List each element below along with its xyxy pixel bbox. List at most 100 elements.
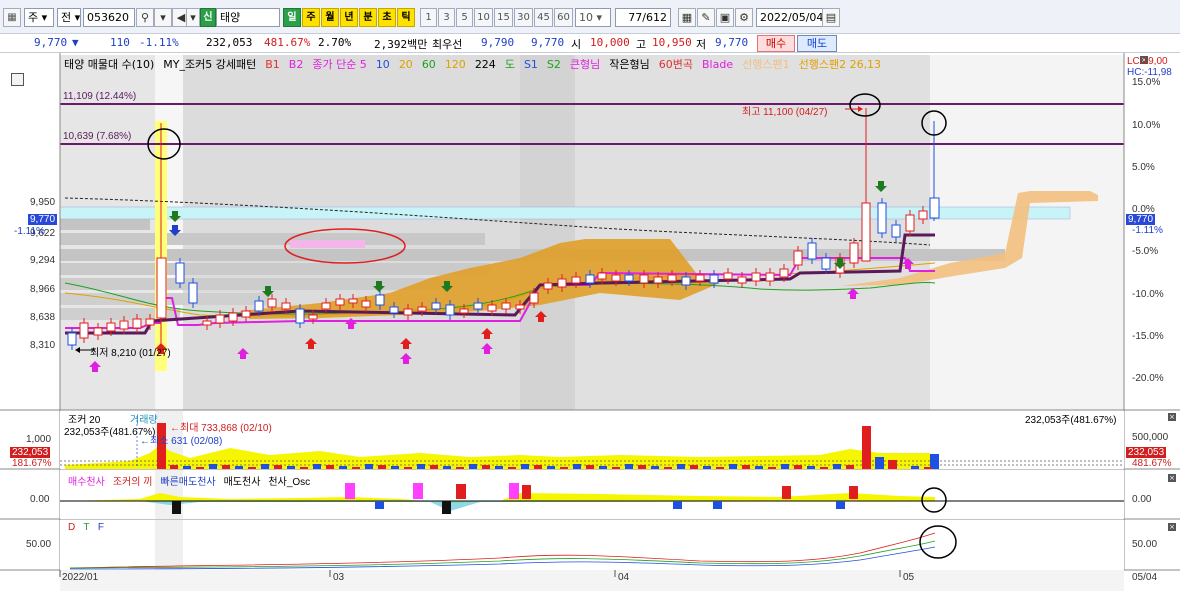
osc-legend-item[interactable]: 매도천사 bbox=[224, 477, 261, 488]
table-icon[interactable] bbox=[11, 73, 24, 86]
candle bbox=[905, 214, 915, 232]
volume-bar bbox=[781, 464, 789, 469]
osc-bar bbox=[442, 501, 451, 514]
interval-button-60[interactable]: 60 bbox=[554, 8, 573, 27]
legend-item[interactable]: S1 bbox=[524, 58, 538, 71]
legend-item[interactable]: 작은형님 bbox=[609, 58, 649, 71]
date-input[interactable]: 2022/05/04 bbox=[756, 8, 824, 27]
chevron-down-icon[interactable]: ▾ bbox=[186, 8, 200, 27]
legend-item[interactable]: B2 bbox=[289, 58, 304, 71]
period-button-minute[interactable]: 분 bbox=[359, 8, 377, 27]
buy-button[interactable]: 매수 bbox=[757, 35, 795, 52]
interval-button-10[interactable]: 10 bbox=[474, 8, 493, 27]
volume-bar bbox=[170, 465, 178, 469]
period-button-tick[interactable]: 틱 bbox=[397, 8, 415, 27]
period-select[interactable]: 주 ▾ bbox=[24, 8, 54, 27]
interval-button-30[interactable]: 30 bbox=[514, 8, 533, 27]
scope-select[interactable]: 전 ▾ bbox=[57, 8, 81, 27]
save-icon[interactable]: ▣ bbox=[716, 8, 734, 27]
period-button-year[interactable]: 년 bbox=[340, 8, 358, 27]
interval-button-45[interactable]: 45 bbox=[534, 8, 553, 27]
stock-name-input[interactable]: 태양 bbox=[216, 8, 280, 27]
grid-icon[interactable]: ▦ bbox=[3, 8, 21, 27]
interval-button-3[interactable]: 3 bbox=[438, 8, 455, 27]
volume-bar bbox=[716, 467, 724, 469]
legend-item[interactable]: 20 bbox=[399, 58, 413, 71]
legend-item[interactable]: 60 bbox=[422, 58, 436, 71]
left-tick: 9,294 bbox=[30, 255, 56, 266]
legend-item[interactable]: S2 bbox=[547, 58, 561, 71]
period-button-day[interactable]: 일 bbox=[283, 8, 301, 27]
right-tick: -10.0% bbox=[1132, 289, 1164, 300]
osc-legend-item[interactable]: 조커의 끼 bbox=[113, 477, 153, 488]
period-button-month[interactable]: 월 bbox=[321, 8, 339, 27]
draw-tool-icon[interactable]: ✎ bbox=[697, 8, 715, 27]
stock-code-input[interactable]: 053620 bbox=[83, 8, 135, 27]
interval-input[interactable]: 10 ▾ bbox=[575, 8, 611, 27]
legend-item[interactable]: 선행스팬1 bbox=[742, 58, 789, 71]
osc-legend-item[interactable]: 매수천사 bbox=[68, 477, 105, 488]
dropdown-icon[interactable]: ▾ bbox=[154, 8, 172, 27]
legend-item[interactable]: 224 bbox=[475, 58, 496, 71]
osc-bar bbox=[509, 483, 519, 499]
indicator-legend: 태양 매물대 수(10) MY_조커5 강세패턴 B1 B2 종가 단순 5 10 20 60… bbox=[64, 56, 890, 72]
candle bbox=[473, 302, 483, 310]
x-label: 04 bbox=[618, 572, 630, 583]
left-pct-label: -1.11% bbox=[14, 226, 45, 237]
period-shade bbox=[930, 55, 1124, 410]
legend-item[interactable]: 10 bbox=[376, 58, 390, 71]
candle bbox=[308, 314, 318, 320]
candle bbox=[175, 262, 185, 284]
close-icon[interactable]: × bbox=[1168, 413, 1176, 421]
legend-item[interactable]: MY_조커5 강세패턴 bbox=[163, 58, 256, 71]
legend-item[interactable]: 120 bbox=[445, 58, 466, 71]
volume-bar bbox=[495, 466, 503, 469]
osc-legend: 매수천사 조커의 끼 빠른매도천사 매도천사 천사_Osc bbox=[68, 473, 318, 488]
toolbar-grid-icon[interactable]: ▦ bbox=[678, 8, 696, 27]
volume-profile-bar bbox=[60, 263, 490, 275]
volume-bar bbox=[729, 464, 737, 469]
osc-legend-item[interactable]: 천사_Osc bbox=[268, 477, 310, 488]
left-tick: 9,950 bbox=[30, 197, 56, 208]
interval-button-5[interactable]: 5 bbox=[456, 8, 473, 27]
candle bbox=[667, 274, 677, 282]
legend-item[interactable]: B1 bbox=[265, 58, 280, 71]
close-icon[interactable]: × bbox=[1168, 474, 1176, 482]
chart-canvas[interactable] bbox=[0, 53, 1180, 591]
legend-item[interactable]: 선행스팬2 26,13 bbox=[799, 58, 881, 71]
sell-button[interactable]: 매도 bbox=[797, 35, 837, 52]
candle bbox=[215, 314, 225, 324]
volume-bar bbox=[222, 465, 230, 469]
volume-bar bbox=[326, 465, 334, 469]
volume-bar bbox=[209, 464, 217, 469]
legend-item[interactable]: 큰형님 bbox=[570, 58, 600, 71]
lc-label: LC:19,00 bbox=[1127, 56, 1168, 67]
candle bbox=[417, 306, 427, 312]
osc-bar bbox=[413, 483, 423, 499]
gear-icon[interactable]: ⚙ bbox=[735, 8, 753, 27]
period-button-second[interactable]: 초 bbox=[378, 8, 396, 27]
dtf-legend-f: F bbox=[97, 522, 104, 533]
legend-item[interactable]: 태양 매물대 수(10) bbox=[64, 58, 154, 71]
right-pct-label: -1.11% bbox=[1132, 225, 1163, 236]
last-candle bbox=[929, 197, 940, 219]
osc-legend-item[interactable]: 빠른매도천사 bbox=[160, 477, 215, 488]
close-icon[interactable]: × bbox=[1168, 523, 1176, 531]
legend-item[interactable]: 종가 단순 5 bbox=[312, 58, 366, 71]
interval-button-1[interactable]: 1 bbox=[420, 8, 437, 27]
legend-item[interactable]: 60변곡 bbox=[659, 58, 693, 71]
calendar-icon[interactable]: ▤ bbox=[822, 8, 840, 27]
candle bbox=[723, 272, 733, 280]
left-tick: 8,310 bbox=[30, 340, 56, 351]
candle bbox=[849, 242, 859, 264]
right-price-box: 9,770 bbox=[1126, 214, 1156, 225]
search-icon[interactable]: ⚲ bbox=[136, 8, 154, 27]
osc-bar bbox=[375, 501, 384, 509]
candle bbox=[431, 302, 441, 310]
interval-button-15[interactable]: 15 bbox=[494, 8, 513, 27]
osc-bar bbox=[456, 484, 466, 499]
legend-item[interactable]: Blade bbox=[702, 58, 733, 71]
volume-profile-bar bbox=[60, 278, 440, 290]
period-button-week[interactable]: 주 bbox=[302, 8, 320, 27]
legend-item[interactable]: 도 bbox=[505, 58, 515, 71]
